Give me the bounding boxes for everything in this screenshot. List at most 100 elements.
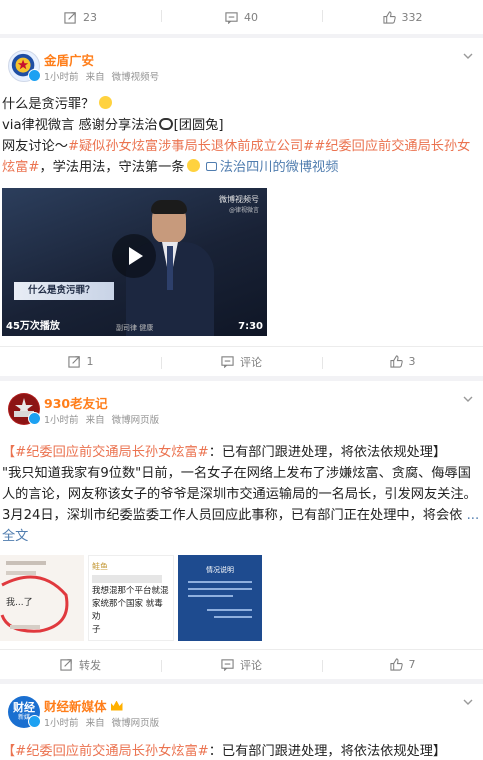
video-player[interactable]: 微博视频号 @律视微言 什么是贪污罪？ 副司律 健康 45万次播放 7:30 <box>2 188 267 336</box>
play-icon[interactable] <box>112 234 156 278</box>
image2-username: 鲑鱼 <box>92 562 108 571</box>
comment-label: 评论 <box>240 658 262 672</box>
post-image-3[interactable]: 情况说明 <box>178 555 262 641</box>
post-time[interactable]: 1小时前 <box>44 415 79 426</box>
post-header: 金盾广安 1小时前 来自 微博视频号 <box>0 38 483 83</box>
post-source[interactable]: 微博视频号 <box>112 72 160 83</box>
emoji-icon <box>186 159 200 172</box>
post-source[interactable]: 微博网页版 <box>112 718 160 729</box>
post-header: 财经 新媒 财经新媒体 1小时前 来自 微博网页版 <box>0 684 483 729</box>
post-actions: 转发 评论 7 <box>0 649 483 679</box>
post-line3-prefix: 网友讨论～ <box>2 139 68 154</box>
image-grid: 我...了 鲑鱼 我想混那个平台就混 家统那个国家 就毒劝 子 情况说明 <box>0 555 270 641</box>
hashtag-link-1[interactable]: #疑似孙女炫富涉事局长退休前成立公司# <box>68 139 314 154</box>
post-body: "我只知道我家有9位数"日前，一名女子在网络上发布了涉嫌炫富、贪腐、侮辱国人的言… <box>2 466 477 523</box>
watermark-title: 微博视频号 <box>219 195 259 204</box>
feed-card-post1: 金盾广安 1小时前 来自 微博视频号 什么是贪污罪？ via律视微言 感谢分享法… <box>0 38 483 376</box>
post-text: 【#纪委回应前交通局长孙女炫富#：已有部门跟进处理，将依法依规处理】 <box>0 741 483 760</box>
post-meta: 1小时前 来自 微博网页版 <box>44 715 159 729</box>
verified-badge-icon <box>28 715 41 728</box>
share-icon <box>60 659 72 671</box>
title-rest: ：已有部门跟进处理，将依法依规处理】 <box>208 744 447 759</box>
like-button[interactable]: 332 <box>322 0 483 34</box>
presenter-name: 副司律 健康 <box>116 324 154 332</box>
post-image-2[interactable]: 鲑鱼 我想混那个平台就混 家统那个国家 就毒劝 子 <box>88 555 174 641</box>
like-count: 332 <box>401 10 423 24</box>
thumbs-up-icon <box>382 10 396 24</box>
watermark-sub: @律视微言 <box>228 207 259 214</box>
author-name[interactable]: 财经新媒体 <box>44 696 123 715</box>
comment-label: 评论 <box>240 355 262 369</box>
video-caption-banner: 什么是贪污罪？ <box>14 282 114 300</box>
video-link-label: 法治四川的微博视频 <box>219 160 339 175</box>
video-watermark: 微博视频号 @律视微言 <box>219 194 259 214</box>
panda-emoji-icon <box>158 118 173 130</box>
feed-card-post3: 财经 新媒 财经新媒体 1小时前 来自 微博网页版 【#纪委回应前交通局长孙女炫… <box>0 684 483 760</box>
author-name[interactable]: 930老友记 <box>44 393 108 412</box>
image3-lines <box>188 581 252 618</box>
chevron-down-icon[interactable] <box>463 394 473 404</box>
like-button[interactable]: 7 <box>322 650 483 679</box>
chevron-down-icon[interactable] <box>463 51 473 61</box>
share-button[interactable]: 1 <box>0 347 161 376</box>
emoji-icon <box>98 96 112 109</box>
video-link[interactable]: 法治四川的微博视频 <box>205 160 339 175</box>
thumbs-up-icon <box>389 355 403 368</box>
image1-text: 我...了 <box>6 598 33 608</box>
comment-button[interactable]: 40 <box>161 0 322 34</box>
author-name[interactable]: 金盾广安 <box>44 50 94 69</box>
share-label: 1 <box>86 355 94 368</box>
image3-title: 情况说明 <box>206 566 234 574</box>
title-rest: ：已有部门跟进处理，将依法依规处理】 <box>208 445 447 460</box>
post-text: 什么是贪污罪？ via律视微言 感谢分享法治 [团圆兔] 网友讨论～#疑似孙女炫富… <box>0 94 483 178</box>
like-label: 7 <box>408 658 416 671</box>
comment-button[interactable]: 评论 <box>161 650 322 679</box>
source-prefix: 来自 <box>85 415 105 426</box>
verified-badge-icon <box>28 69 41 82</box>
share-count: 23 <box>83 10 97 24</box>
chevron-down-icon[interactable] <box>463 697 473 707</box>
feed-card-post2: 930老友记 1小时前 来自 微博网页版 【#纪委回应前交通局长孙女炫富#：已有… <box>0 381 483 679</box>
post-line1: 什么是贪污罪？ <box>2 97 95 112</box>
image2-line2: 家统那个国家 就毒劝 <box>92 599 163 622</box>
comment-icon <box>221 659 234 671</box>
top-action-bar: 23 40 332 <box>0 0 483 34</box>
image2-line1: 我想混那个平台就混 <box>92 586 169 596</box>
share-icon <box>67 356 80 368</box>
share-button[interactable]: 转发 <box>0 650 161 679</box>
source-prefix: 来自 <box>85 718 105 729</box>
comment-button[interactable]: 评论 <box>161 347 322 376</box>
post-time[interactable]: 1小时前 <box>44 718 79 729</box>
like-button[interactable]: 3 <box>322 347 483 376</box>
verified-badge-icon <box>28 412 41 425</box>
share-icon <box>64 11 76 24</box>
like-label: 3 <box>408 355 416 368</box>
image2-blur <box>92 575 162 583</box>
hashtag-link[interactable]: 【#纪委回应前交通局长孙女炫富# <box>2 744 209 759</box>
post-meta: 1小时前 来自 微博视频号 <box>44 69 159 83</box>
avatar-text: 财经 <box>13 701 35 714</box>
comment-icon <box>225 11 238 24</box>
post-image-1[interactable]: 我...了 <box>0 555 84 641</box>
video-duration: 7:30 <box>238 321 263 332</box>
emoji-tag: [团圆兔] <box>173 118 224 133</box>
video-link-icon <box>205 162 217 171</box>
thumbs-up-icon <box>389 658 403 671</box>
comment-icon <box>221 356 234 368</box>
post-source[interactable]: 微博网页版 <box>112 415 160 426</box>
post-actions: 1 评论 3 <box>0 346 483 376</box>
author-name-text: 财经新媒体 <box>44 699 107 714</box>
post-meta: 1小时前 来自 微博网页版 <box>44 412 159 426</box>
hashtag-link[interactable]: 【#纪委回应前交通局长孙女炫富# <box>2 445 209 460</box>
post-line2: via律视微言 感谢分享法治 <box>2 118 158 133</box>
post-header: 930老友记 1小时前 来自 微博网页版 <box>0 381 483 426</box>
play-count: 45万次播放 <box>6 321 60 332</box>
post-text: 【#纪委回应前交通局长孙女炫富#：已有部门跟进处理，将依法依规处理】 "我只知道… <box>0 442 483 547</box>
share-label: 转发 <box>79 658 101 672</box>
post-time[interactable]: 1小时前 <box>44 72 79 83</box>
comment-count: 40 <box>244 10 258 24</box>
crown-badge-icon <box>110 700 123 711</box>
source-prefix: 来自 <box>85 72 105 83</box>
video-caption: 什么是贪污罪？ <box>28 285 95 296</box>
share-button[interactable]: 23 <box>0 0 161 34</box>
